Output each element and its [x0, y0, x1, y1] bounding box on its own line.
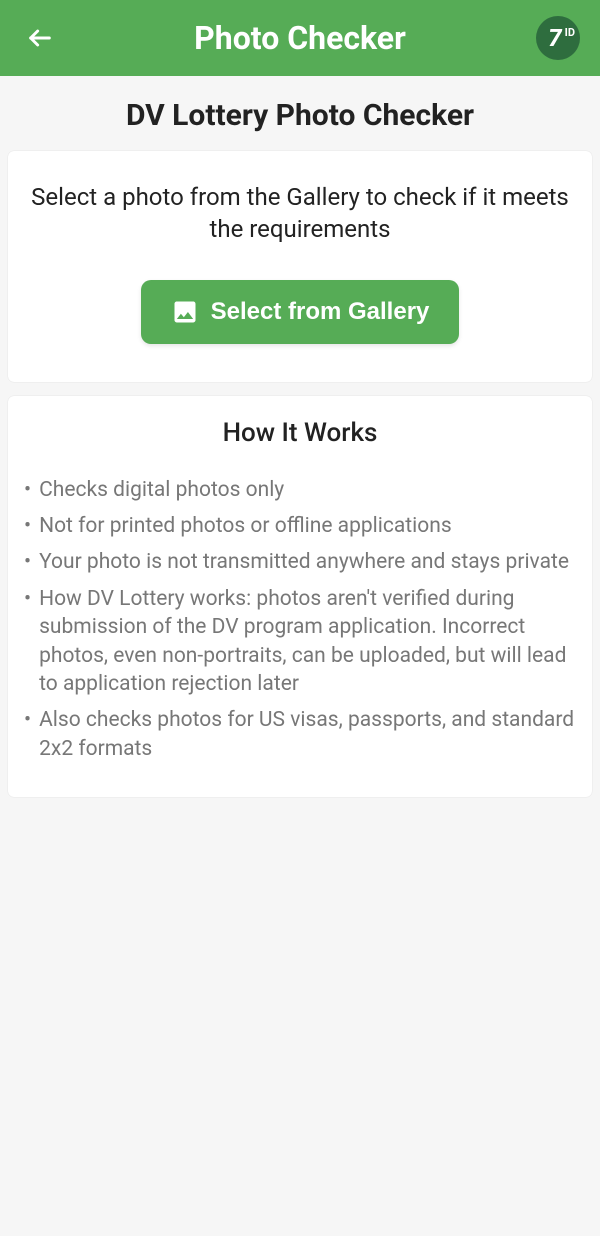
list-item: • Also checks photos for US visas, passp… [24, 706, 576, 763]
bullet-icon: • [24, 476, 31, 504]
list-item-text: Also checks photos for US visas, passpor… [39, 706, 576, 763]
header-title: Photo Checker [194, 19, 406, 57]
select-from-gallery-button[interactable]: Select from Gallery [141, 280, 460, 344]
how-it-works-title: How It Works [24, 418, 576, 448]
back-button[interactable] [20, 24, 60, 52]
app-logo[interactable]: 7 ID [536, 16, 580, 60]
logo-seven: 7 [548, 24, 561, 52]
page-title: DV Lottery Photo Checker [0, 76, 600, 151]
list-item: • Your photo is not transmitted anywhere… [24, 548, 576, 576]
logo-id: ID [565, 26, 575, 39]
list-item-text: Your photo is not transmitted anywhere a… [39, 548, 569, 576]
list-item-text: Not for printed photos or offline applic… [39, 512, 452, 540]
how-it-works-list: • Checks digital photos only • Not for p… [24, 476, 576, 763]
select-photo-card: Select a photo from the Gallery to check… [8, 151, 592, 382]
image-icon [171, 298, 199, 326]
arrow-left-icon [26, 24, 54, 52]
bullet-icon: • [24, 548, 31, 576]
bullet-icon: • [24, 512, 31, 540]
how-it-works-card: How It Works • Checks digital photos onl… [8, 396, 592, 797]
list-item: • Not for printed photos or offline appl… [24, 512, 576, 540]
gallery-button-label: Select from Gallery [211, 298, 430, 326]
app-header: Photo Checker 7 ID [0, 0, 600, 76]
bullet-icon: • [24, 706, 31, 734]
list-item-text: Checks digital photos only [39, 476, 284, 504]
list-item: • Checks digital photos only [24, 476, 576, 504]
list-item: • How DV Lottery works: photos aren't ve… [24, 585, 576, 698]
list-item-text: How DV Lottery works: photos aren't veri… [39, 585, 576, 698]
select-prompt: Select a photo from the Gallery to check… [28, 181, 572, 246]
bullet-icon: • [24, 585, 31, 613]
